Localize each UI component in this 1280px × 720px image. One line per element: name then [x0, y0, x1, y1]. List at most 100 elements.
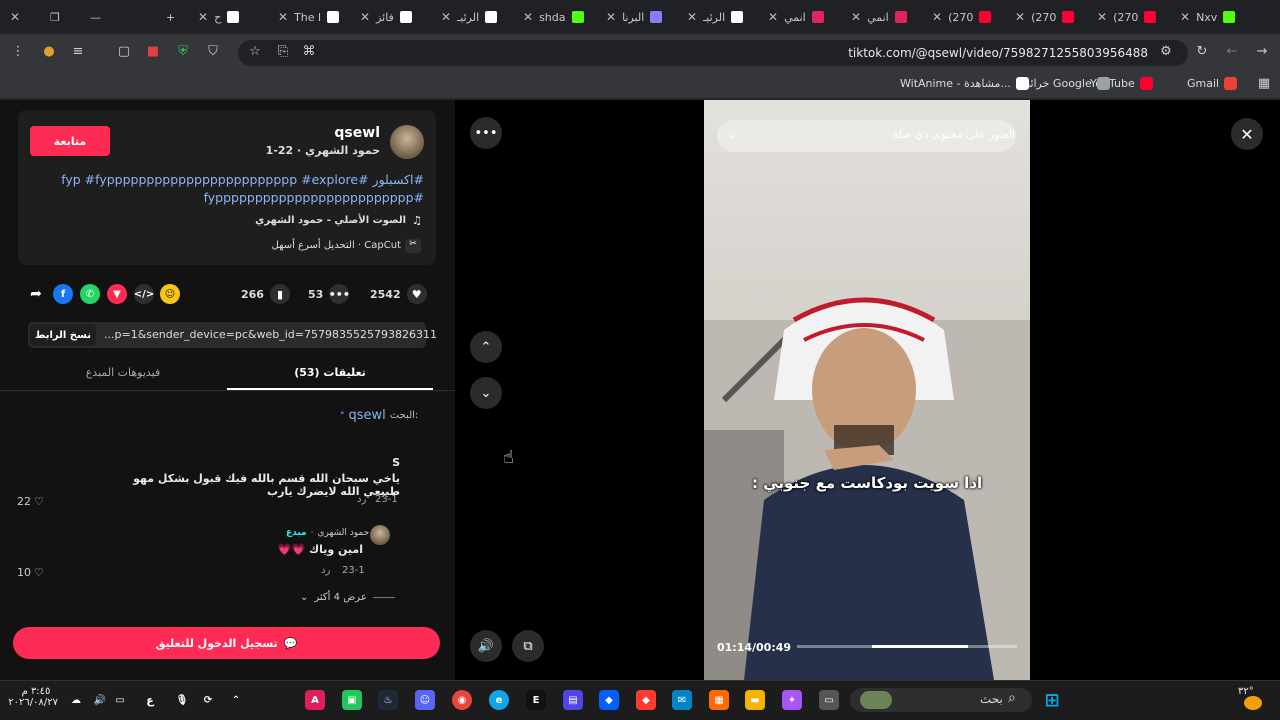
- share-friends-icon[interactable]: ☺: [160, 284, 180, 304]
- copy-link-button[interactable]: نسخ الرابط: [30, 324, 96, 346]
- file-explorer-icon[interactable]: ▬: [745, 690, 765, 710]
- capcut-label[interactable]: CapCut · التحديل أسرع أسهل: [250, 240, 401, 251]
- comment-icon[interactable]: •••: [329, 284, 350, 304]
- browser-tab[interactable]: ✕ البرنا: [606, 6, 663, 28]
- hashtags-line-1[interactable]: #اكسبلور #fyp #fyppppppppppppppppppppppp…: [40, 172, 424, 187]
- close-tab-icon[interactable]: ✕: [1180, 10, 1190, 24]
- video-progress-fill[interactable]: [872, 645, 968, 648]
- volume-button[interactable]: 🔊: [470, 630, 502, 662]
- search-query[interactable]: qsewl: [349, 408, 386, 423]
- follow-button[interactable]: متابعة: [30, 126, 110, 156]
- shield-icon[interactable]: ⛨: [174, 44, 192, 59]
- back-icon[interactable]: →: [1253, 44, 1271, 59]
- search-suggestion[interactable]: ° qsewl البحث:: [340, 408, 418, 423]
- browser-tab[interactable]: ✕ (270: [932, 6, 992, 28]
- browser-tab[interactable]: ✕ الرئيـ: [687, 6, 744, 28]
- browser-tab[interactable]: ✕ الرئيـ: [441, 6, 498, 28]
- close-tab-icon[interactable]: ✕: [851, 10, 861, 24]
- network-tray-icon[interactable]: ▭: [110, 690, 130, 710]
- store-icon[interactable]: ▦: [709, 690, 729, 710]
- minimize-icon[interactable]: —: [90, 11, 101, 24]
- sync-tray-icon[interactable]: ⟳: [198, 690, 218, 710]
- sound-name[interactable]: الصوت الأصلي - حمود الشهري: [200, 215, 406, 226]
- more-options-button[interactable]: •••: [470, 117, 502, 149]
- reload-icon[interactable]: ↻: [1193, 44, 1211, 59]
- reply-author[interactable]: حمود الشهري: [317, 528, 369, 538]
- menu-dots-icon[interactable]: ⋮: [9, 44, 27, 59]
- reply-reply-button[interactable]: رد: [321, 565, 330, 576]
- video-link-text[interactable]: ...p=1&sender_device=pc&web_id=757983552…: [104, 328, 437, 341]
- close-tab-icon[interactable]: ✕: [523, 10, 533, 24]
- close-tab-icon[interactable]: ✕: [606, 10, 616, 24]
- close-video-button[interactable]: ✕: [1231, 118, 1263, 150]
- video-player[interactable]: [704, 100, 1030, 680]
- bookmark-icon[interactable]: ▮: [269, 284, 290, 304]
- close-icon[interactable]: ✕: [1240, 125, 1253, 144]
- next-video-button[interactable]: ⌄: [470, 377, 502, 409]
- outlook-icon[interactable]: ✉: [672, 690, 692, 710]
- new-tab-button[interactable]: +: [166, 6, 175, 28]
- app-window-icon[interactable]: ▭: [819, 690, 839, 710]
- close-tab-icon[interactable]: ✕: [360, 10, 370, 24]
- windows-start-icon[interactable]: ⊞: [1042, 690, 1062, 711]
- discord-icon[interactable]: ☺: [415, 690, 435, 710]
- video-search-placeholder[interactable]: العثور على محتوى ذي صلة: [893, 128, 1015, 141]
- reply-avatar[interactable]: [370, 525, 390, 545]
- restore-icon[interactable]: ❐: [50, 11, 60, 24]
- creator-username[interactable]: qsewl: [290, 125, 380, 141]
- close-tab-icon[interactable]: ✕: [1097, 10, 1107, 24]
- close-tab-icon[interactable]: ✕: [1015, 10, 1025, 24]
- creator-avatar[interactable]: [390, 125, 424, 159]
- edge-icon[interactable]: e: [489, 690, 509, 710]
- app-blue-icon[interactable]: ▤: [563, 690, 583, 710]
- browser-tab[interactable]: ✕ The l: [278, 6, 340, 28]
- tab-comments[interactable]: تعليقات (53): [270, 366, 390, 379]
- language-indicator[interactable]: ع: [140, 690, 160, 710]
- extension-red-icon[interactable]: ■: [144, 44, 162, 59]
- more-dots-icon[interactable]: •••: [474, 126, 497, 141]
- save-action[interactable]: 266 ▮: [241, 284, 290, 304]
- heart-icon[interactable]: ♥: [406, 284, 427, 304]
- tab-search-button[interactable]: ✕: [10, 6, 20, 28]
- window-restore-button[interactable]: ❐: [50, 6, 60, 28]
- reply-like[interactable]: 10 ♡: [17, 566, 44, 579]
- extensions-puzzle-icon[interactable]: ▢: [115, 44, 133, 59]
- steam-icon[interactable]: ♨: [378, 690, 398, 710]
- bookmark-item[interactable]: خرائط Google: [1020, 77, 1110, 90]
- translate-icon[interactable]: ⌘: [300, 44, 318, 59]
- previous-video-button[interactable]: ⌃: [470, 331, 502, 363]
- view-more-replies[interactable]: عرض 4 أكثر ⌄: [300, 592, 395, 603]
- comment-like[interactable]: 22 ♡: [17, 495, 44, 508]
- pip-icon[interactable]: ⧉: [523, 639, 532, 654]
- browser-tab[interactable]: ✕ (270: [1097, 6, 1157, 28]
- search-icon[interactable]: ⌕: [1008, 690, 1016, 706]
- site-settings-icon[interactable]: ⚙: [1157, 44, 1175, 59]
- share-page-icon[interactable]: ⎘: [274, 44, 292, 59]
- volume-tray-icon[interactable]: 🔊: [90, 690, 110, 710]
- close-tab-icon[interactable]: ✕: [278, 10, 288, 24]
- url-text[interactable]: tiktok.com/@qsewl/video/7598271255803956…: [848, 46, 1148, 60]
- close-tab-icon[interactable]: ✕: [932, 10, 942, 24]
- login-to-comment-button[interactable]: تسجيل الدخول للتعليق 💬: [13, 627, 440, 659]
- app-red-diamond-icon[interactable]: ◆: [636, 690, 656, 710]
- copilot-tray-icon[interactable]: ☁: [66, 690, 86, 710]
- dropbox-icon[interactable]: ◆: [599, 690, 619, 710]
- chrome-icon[interactable]: ◉: [452, 690, 472, 710]
- browser-tab[interactable]: ✕ فائز: [360, 6, 412, 28]
- view-more-label[interactable]: عرض 4 أكثر: [314, 592, 366, 603]
- chevron-up-tray-icon[interactable]: ⌃: [226, 690, 246, 710]
- chevron-down-icon[interactable]: ⌄: [300, 592, 308, 603]
- browser-tab[interactable]: ✕ انمي: [768, 6, 824, 28]
- extension-icon[interactable]: ●: [40, 44, 58, 59]
- reply-button[interactable]: رد: [357, 494, 366, 505]
- browser-tab[interactable]: ✕ Nxv: [1180, 6, 1236, 28]
- close-window-icon[interactable]: ✕: [10, 10, 20, 24]
- close-tab-icon[interactable]: ✕: [768, 10, 778, 24]
- chevron-down-icon[interactable]: ⌄: [481, 386, 492, 401]
- browser-tab[interactable]: ✕ انمي: [851, 6, 907, 28]
- comment-action[interactable]: 53 •••: [308, 284, 350, 304]
- whatsapp-icon[interactable]: ✆: [80, 284, 100, 304]
- app-a-icon[interactable]: A: [305, 690, 325, 710]
- close-tab-icon[interactable]: ✕: [198, 10, 208, 24]
- chevron-up-icon[interactable]: ⌃: [481, 340, 492, 355]
